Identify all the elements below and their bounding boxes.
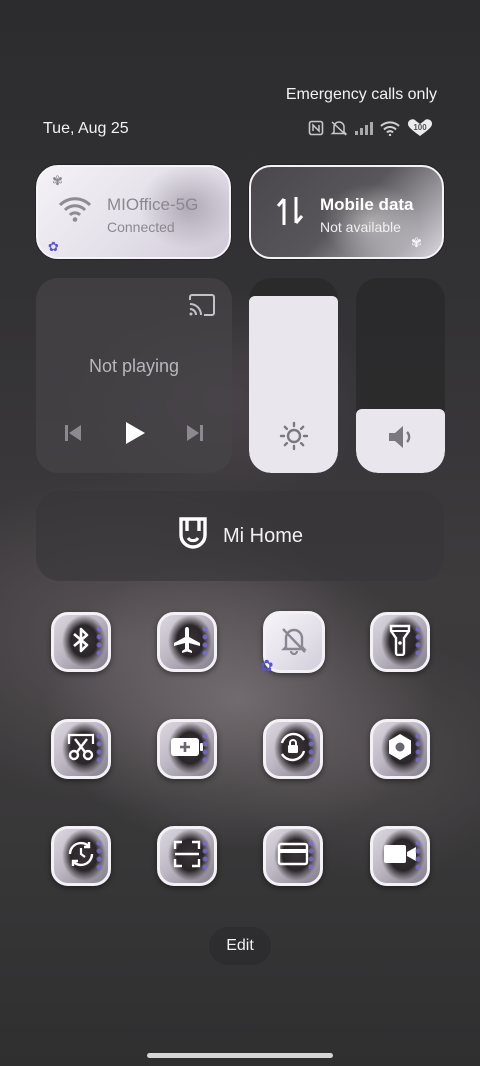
wifi-tile[interactable]: MIOffice-5G Connected ✿ ✾: [36, 165, 231, 259]
location-icon: [385, 732, 415, 767]
wifi-icon: [380, 120, 400, 136]
sun-icon: [249, 421, 338, 451]
wifi-status: Connected: [107, 219, 175, 235]
volume-slider[interactable]: [356, 278, 445, 473]
signal-icon: [354, 121, 374, 135]
mobile-data-status: Not available: [320, 219, 401, 235]
sync-toggle[interactable]: [51, 826, 111, 886]
bluetooth-icon: [69, 625, 93, 660]
wifi-icon: [58, 195, 92, 228]
battery-icon: 100: [406, 119, 434, 137]
flower-decoration-icon: ✿: [48, 239, 59, 254]
data-arrows-icon: [275, 193, 305, 234]
scissors-icon: [66, 732, 96, 767]
mute-toggle[interactable]: ✿: [260, 611, 325, 675]
mobile-data-name: Mobile data: [320, 195, 414, 214]
butterfly-decoration-icon: ✾: [411, 235, 422, 250]
sync-icon: [66, 839, 96, 874]
battery-plus-icon: [170, 736, 204, 763]
brightness-slider[interactable]: [249, 278, 338, 473]
airplane-mode-toggle[interactable]: [157, 612, 217, 672]
flashlight-icon: [388, 624, 412, 661]
scanner-toggle[interactable]: [157, 826, 217, 886]
mi-home-button[interactable]: Mi Home: [36, 491, 444, 581]
cards-toggle[interactable]: [263, 826, 323, 886]
flower-decoration-icon: ✿: [260, 658, 274, 675]
mi-home-icon: [177, 516, 209, 557]
nfc-icon: [308, 120, 324, 136]
video-icon: [383, 842, 417, 871]
screenshot-toggle[interactable]: [51, 719, 111, 779]
mobile-data-tile[interactable]: Mobile data Not available ✾: [249, 165, 444, 259]
rotation-lock-toggle[interactable]: [263, 719, 323, 779]
carrier-status: Emergency calls only: [285, 86, 437, 103]
battery-level: 100: [413, 122, 427, 132]
mi-home-label: Mi Home: [222, 524, 303, 547]
card-icon: [277, 841, 309, 872]
previous-icon[interactable]: [64, 422, 82, 449]
speaker-icon: [356, 423, 445, 451]
screen-recorder-toggle[interactable]: [370, 826, 430, 886]
flashlight-toggle[interactable]: [370, 612, 430, 672]
battery-saver-toggle[interactable]: [157, 719, 217, 779]
bell-off-icon: [279, 625, 309, 660]
media-status: Not playing: [88, 356, 180, 376]
wifi-name: MIOffice-5G: [107, 195, 199, 214]
date-label: Tue, Aug 25: [43, 120, 129, 137]
airplane-icon: [172, 625, 202, 660]
scan-icon: [172, 839, 202, 874]
bluetooth-toggle[interactable]: [51, 612, 111, 672]
rotation-lock-icon: [277, 731, 309, 768]
edit-button[interactable]: Edit: [209, 927, 271, 965]
mute-icon: [330, 120, 348, 136]
location-toggle[interactable]: [370, 719, 430, 779]
next-icon[interactable]: [186, 422, 204, 449]
media-player[interactable]: Not playing: [36, 278, 232, 473]
home-indicator[interactable]: [147, 1053, 333, 1058]
cast-icon[interactable]: [188, 294, 216, 321]
play-icon[interactable]: [123, 420, 147, 451]
butterfly-decoration-icon: ✾: [52, 173, 63, 188]
status-icons: 100: [308, 119, 434, 137]
